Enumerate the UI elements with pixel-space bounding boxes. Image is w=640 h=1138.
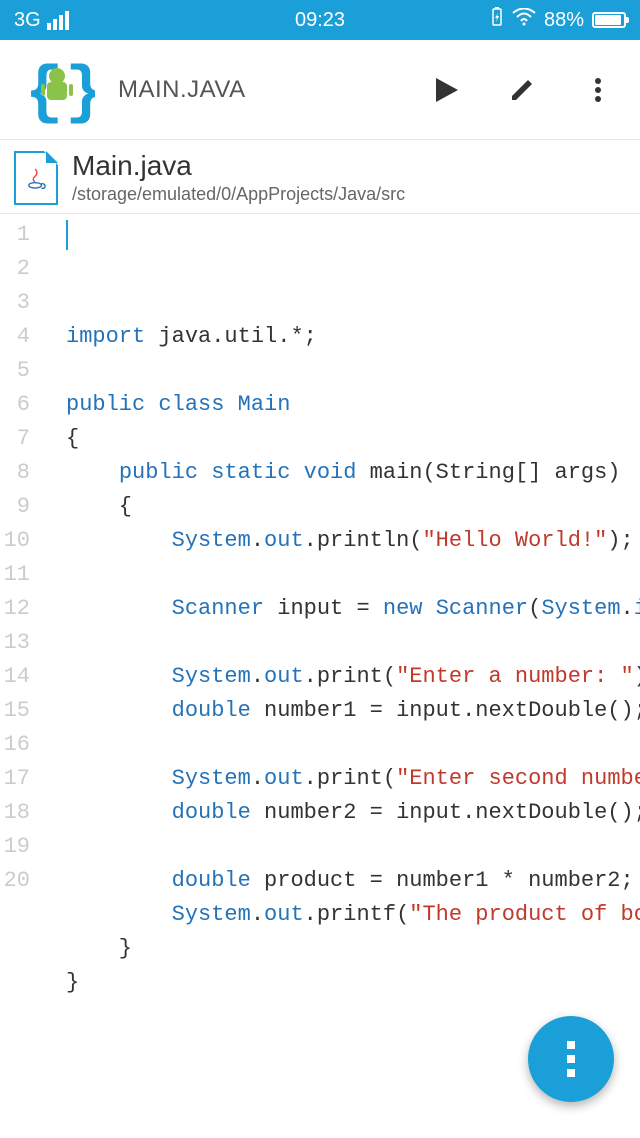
line-number: 9: [0, 490, 30, 524]
code-line[interactable]: double number1 = input.nextDouble();: [66, 694, 640, 728]
line-number: 3: [0, 286, 30, 320]
charging-icon: [490, 7, 504, 33]
line-number: 19: [0, 830, 30, 864]
code-editor[interactable]: 1234567891011121314151617181920 import j…: [0, 214, 640, 1000]
code-line[interactable]: {: [66, 422, 640, 456]
line-number: 6: [0, 388, 30, 422]
code-line[interactable]: System.out.printf("The product of both n…: [66, 898, 640, 932]
battery-icon: [592, 12, 626, 28]
file-info: Main.java /storage/emulated/0/AppProject…: [72, 150, 405, 205]
code-content[interactable]: import java.util.*;public class Main{ pu…: [36, 218, 640, 1000]
line-number: 14: [0, 660, 30, 694]
battery-pct: 88%: [544, 9, 584, 32]
line-gutter: 1234567891011121314151617181920: [0, 218, 36, 1000]
edit-button[interactable]: [506, 74, 538, 106]
signal-icon: [47, 11, 69, 30]
text-cursor: [66, 220, 68, 250]
app-bar: { } MAIN.JAVA: [0, 40, 640, 140]
line-number: 5: [0, 354, 30, 388]
app-logo-icon: { }: [18, 51, 96, 129]
fab-button[interactable]: [528, 1016, 614, 1102]
code-line[interactable]: [66, 830, 640, 864]
line-number: 17: [0, 762, 30, 796]
code-line[interactable]: System.out.print("Enter a number: ");: [66, 660, 640, 694]
line-number: 2: [0, 252, 30, 286]
line-number: 11: [0, 558, 30, 592]
code-line[interactable]: import java.util.*;: [66, 320, 640, 354]
code-line[interactable]: [66, 728, 640, 762]
wifi-icon: [512, 8, 536, 32]
line-number: 7: [0, 422, 30, 456]
code-line[interactable]: [66, 626, 640, 660]
code-line[interactable]: [66, 558, 640, 592]
code-line[interactable]: public static void main(String[] args): [66, 456, 640, 490]
file-header[interactable]: Main.java /storage/emulated/0/AppProject…: [0, 140, 640, 214]
code-line[interactable]: double number2 = input.nextDouble();: [66, 796, 640, 830]
line-number: 18: [0, 796, 30, 830]
java-file-icon: [14, 151, 58, 205]
code-line[interactable]: Scanner input = new Scanner(System.in);: [66, 592, 640, 626]
status-network: 3G: [14, 9, 69, 32]
code-line[interactable]: {: [66, 490, 640, 524]
code-line[interactable]: }: [66, 966, 640, 1000]
line-number: 13: [0, 626, 30, 660]
line-number: 16: [0, 728, 30, 762]
code-line[interactable]: System.out.print("Enter second number: "…: [66, 762, 640, 796]
code-line[interactable]: System.out.println("Hello World!");: [66, 524, 640, 558]
status-time: 09:23: [295, 9, 345, 32]
app-title: MAIN.JAVA: [118, 76, 246, 104]
run-button[interactable]: [430, 74, 462, 106]
file-path: /storage/emulated/0/AppProjects/Java/src: [72, 184, 405, 205]
more-vertical-icon: [567, 1041, 575, 1077]
app-actions: [430, 74, 626, 106]
menu-button[interactable]: [582, 74, 614, 106]
status-right: 88%: [490, 7, 626, 33]
code-line[interactable]: double product = number1 * number2;: [66, 864, 640, 898]
file-name: Main.java: [72, 150, 405, 182]
code-line[interactable]: }: [66, 932, 640, 966]
line-number: 4: [0, 320, 30, 354]
line-number: 1: [0, 218, 30, 252]
code-line[interactable]: [66, 354, 640, 388]
code-line[interactable]: public class Main: [66, 388, 640, 422]
line-number: 12: [0, 592, 30, 626]
network-label: 3G: [14, 9, 41, 32]
line-number: 10: [0, 524, 30, 558]
line-number: 8: [0, 456, 30, 490]
status-bar: 3G 09:23 88%: [0, 0, 640, 40]
line-number: 20: [0, 864, 30, 898]
line-number: 15: [0, 694, 30, 728]
